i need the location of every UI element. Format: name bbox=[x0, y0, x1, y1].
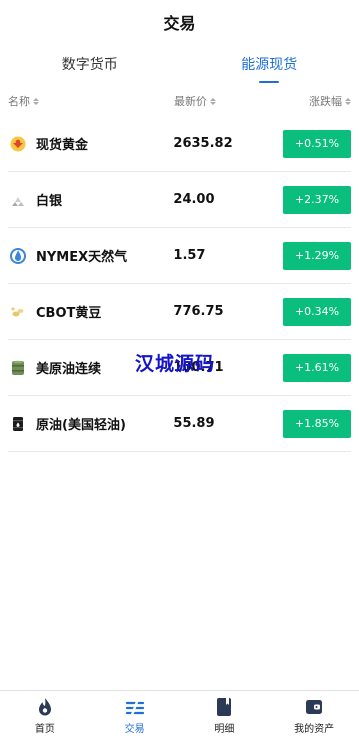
sort-icon bbox=[210, 97, 216, 105]
gas-flame-icon bbox=[9, 247, 27, 265]
column-header: 名称 最新价 涨跌幅 bbox=[0, 86, 359, 116]
product-name: NYMEX天然气 bbox=[36, 250, 128, 265]
page-title: 交易 bbox=[163, 14, 196, 33]
quote-list: 现货黄金 2635.82 +0.51% 白银 24.00 +2.37% NYME… bbox=[0, 116, 359, 452]
sort-by-name[interactable]: 名称 bbox=[8, 93, 174, 109]
oil-barrel-icon bbox=[9, 359, 27, 377]
detail-book-icon bbox=[213, 696, 235, 718]
column-price-label: 最新价 bbox=[174, 95, 207, 108]
soybean-icon bbox=[9, 303, 27, 321]
column-name-label: 名称 bbox=[8, 95, 30, 108]
product-name: 现货黄金 bbox=[36, 138, 89, 153]
silver-icon bbox=[9, 191, 27, 209]
quote-row[interactable]: 现货黄金 2635.82 +0.51% bbox=[8, 116, 351, 172]
quote-row[interactable]: 原油(美国轻油) 55.89 +1.85% bbox=[8, 396, 351, 452]
quote-row[interactable]: CBOT黄豆 776.75 +0.34% bbox=[8, 284, 351, 340]
sort-icon bbox=[33, 97, 39, 105]
latest-price: 1.57 bbox=[173, 248, 206, 263]
change-badge: +0.51% bbox=[283, 129, 351, 158]
change-badge: +1.85% bbox=[283, 409, 351, 438]
change-badge: +2.37% bbox=[283, 185, 351, 214]
product-name: CBOT黄豆 bbox=[36, 306, 102, 321]
latest-price: 2635.82 bbox=[173, 136, 233, 151]
trade-icon bbox=[124, 696, 146, 718]
product-name: 美原油连续 bbox=[36, 362, 102, 377]
tabbar-item-assets[interactable]: 我的资产 bbox=[269, 691, 359, 739]
latest-price: 776.75 bbox=[173, 304, 224, 319]
tab-digital-currency[interactable]: 数字货币 bbox=[0, 44, 180, 84]
gold-icon bbox=[9, 135, 27, 153]
tabbar-item-home[interactable]: 首页 bbox=[0, 691, 90, 739]
quote-row[interactable]: NYMEX天然气 1.57 +1.29% bbox=[8, 228, 351, 284]
watermark-text: 汉城源码 bbox=[135, 353, 216, 375]
sort-by-price[interactable]: 最新价 bbox=[174, 93, 294, 109]
column-change-label: 涨跌幅 bbox=[309, 95, 342, 108]
oil-drum-icon bbox=[9, 415, 27, 433]
market-tabs: 数字货币 能源现货 bbox=[0, 44, 359, 84]
flame-home-icon bbox=[34, 696, 56, 718]
bottom-tabbar: 首页 交易 明细 我的资产 bbox=[0, 690, 359, 739]
quote-row[interactable]: 白银 24.00 +2.37% bbox=[8, 172, 351, 228]
tabbar-label: 首页 bbox=[34, 723, 55, 735]
tabbar-label: 明细 bbox=[214, 723, 235, 735]
sort-by-change[interactable]: 涨跌幅 bbox=[294, 93, 351, 109]
sort-icon bbox=[345, 97, 351, 105]
tabbar-label: 我的资产 bbox=[294, 723, 335, 735]
product-name: 白银 bbox=[36, 194, 63, 209]
change-badge: +0.34% bbox=[283, 297, 351, 326]
tabbar-item-trade[interactable]: 交易 bbox=[90, 691, 180, 739]
tabbar-label: 交易 bbox=[124, 723, 145, 735]
top-header: 交易 bbox=[0, 0, 359, 44]
tabbar-item-detail[interactable]: 明细 bbox=[180, 691, 270, 739]
latest-price: 55.89 bbox=[173, 416, 215, 431]
product-name: 原油(美国轻油) bbox=[36, 418, 126, 433]
latest-price: 24.00 bbox=[173, 192, 215, 207]
tab-energy-spot[interactable]: 能源现货 bbox=[180, 44, 359, 84]
wallet-icon bbox=[303, 696, 325, 718]
change-badge: +1.29% bbox=[283, 241, 351, 270]
change-badge: +1.61% bbox=[283, 353, 351, 382]
